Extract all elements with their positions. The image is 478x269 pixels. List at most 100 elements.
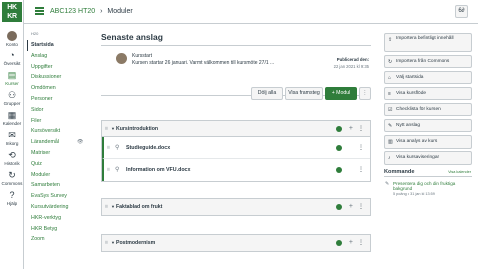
home-icon: ⌂	[388, 74, 392, 81]
immersive-reader-button[interactable]: 6∂	[455, 5, 468, 18]
course-nav-item[interactable]: Kursöversikt	[31, 126, 91, 137]
history-icon: ⟲	[8, 150, 16, 160]
item-options-icon[interactable]: ⋮	[358, 137, 364, 159]
hidden-eye-icon: 👁	[77, 139, 84, 146]
module-item-title[interactable]: Studieguide.docx	[126, 145, 170, 151]
drag-handle-icon[interactable]: ⠿	[105, 199, 108, 215]
announcement-icon: ✎	[388, 122, 393, 129]
new-announcement-button[interactable]: ✎ Nytt anslag	[384, 118, 472, 133]
global-nav-commons[interactable]: ↻ Commons	[0, 170, 24, 187]
course-nav-item[interactable]: Startsida	[27, 40, 91, 51]
drag-handle-icon[interactable]: ⠿	[107, 159, 110, 181]
course-nav-item[interactable]: HKR Betyg	[31, 224, 91, 235]
global-nav-courses[interactable]: ▤ Kurser	[0, 70, 24, 87]
drag-handle-icon[interactable]: ⠿	[105, 121, 108, 137]
course-nav-item[interactable]: Zoom	[31, 234, 91, 245]
course-nav-item[interactable]: Diskussioner	[31, 72, 91, 83]
module-item[interactable]: ⠿ ⚲ Studieguide.docx ⋮	[102, 137, 370, 159]
attachment-icon: ⚲	[115, 145, 120, 151]
global-nav-help[interactable]: ? Hjälp	[0, 190, 24, 207]
inbox-icon: ✉	[8, 130, 16, 140]
avatar	[7, 31, 17, 41]
course-nav-item[interactable]: Anslag	[31, 51, 91, 62]
module-title: Postmodernism	[116, 240, 156, 246]
drag-handle-icon[interactable]: ⠿	[105, 235, 108, 251]
course-nav-item[interactable]: Quiz	[31, 159, 91, 170]
course-sidebar: ⇪ Importera befintligt innehåll ↻ Import…	[384, 33, 472, 197]
published-check-icon[interactable]	[336, 204, 342, 210]
item-options-icon[interactable]: ⋮	[358, 159, 364, 181]
divider	[101, 45, 371, 46]
module-header[interactable]: ⠿ ▼ Postmodernism + ⋮	[102, 235, 370, 251]
course-notifications-button[interactable]: ♪ Visa kursaviseringar	[384, 151, 472, 165]
course-analytics-button[interactable]: ▥ Visa analys av kurs	[384, 135, 472, 149]
import-icon: ⇪	[388, 37, 393, 43]
course-nav-item[interactable]: Samarbeten	[31, 180, 91, 191]
add-item-icon[interactable]: +	[349, 235, 353, 251]
caret-down-icon[interactable]: ▼	[111, 235, 115, 251]
calendar-icon: ▦	[7, 110, 17, 120]
caret-down-icon[interactable]: ▼	[111, 199, 115, 215]
coming-up-item[interactable]: ✎ Presentera dig och din fruktiga bakgru…	[384, 181, 472, 197]
module-title: Kursintroduktion	[116, 126, 159, 132]
add-item-icon[interactable]: +	[349, 121, 353, 137]
course-nav-item[interactable]: Filer	[31, 116, 91, 127]
announcement-text: Kursen startar 26 januari. Varmt välkomm…	[132, 60, 275, 66]
courses-icon: ▤	[7, 70, 17, 80]
module-item-title[interactable]: Information om VFU.docx	[126, 167, 190, 173]
global-nav-history[interactable]: ⟲ Historik	[0, 150, 24, 167]
module-options-icon[interactable]: ⋮	[358, 199, 364, 215]
announcement-title[interactable]: Kursstart	[132, 53, 152, 59]
view-progress-button[interactable]: Visa framsteg	[285, 87, 323, 100]
course-nav-item[interactable]: Kursutvärdering	[31, 202, 91, 213]
more-options-button[interactable]: ⋮	[359, 87, 371, 100]
course-nav-item[interactable]: EvaSys Survey	[31, 191, 91, 202]
course-nav: H20 Startsida Anslag Uppgifter Diskussio…	[27, 31, 91, 245]
published-check-icon[interactable]	[336, 145, 342, 151]
module-item[interactable]: ⠿ ⚲ Information om VFU.docx ⋮	[102, 159, 370, 181]
institution-logo[interactable]: HK KR	[2, 2, 22, 22]
view-calendar-link[interactable]: Visa kalender	[448, 168, 471, 177]
module-header[interactable]: ⠿ ▼ Faktablad om frukt + ⋮	[102, 199, 370, 215]
coming-up-title[interactable]: Presentera dig och din fruktiga bakgrund	[393, 181, 472, 192]
global-nav-dashboard[interactable]: ◔ Översikt	[0, 50, 24, 67]
drag-handle-icon[interactable]: ⠿	[107, 137, 110, 159]
bell-icon: ♪	[388, 155, 391, 162]
course-nav-item[interactable]: Sidor	[31, 105, 91, 116]
groups-icon: ⚇	[7, 90, 17, 100]
course-nav-item[interactable]: Moduler	[31, 170, 91, 181]
course-nav-item[interactable]: Uppgifter	[31, 62, 91, 73]
collapse-all-button[interactable]: Dölj alla	[251, 87, 283, 100]
module-header[interactable]: ⠿ ▼ Kursintroduktion + ⋮	[102, 121, 370, 137]
global-nav-account[interactable]: Konto	[0, 31, 24, 48]
global-nav-calendar[interactable]: ▦ Kalender	[0, 110, 24, 127]
global-nav-groups[interactable]: ⚇ Grupper	[0, 90, 24, 107]
choose-home-page-button[interactable]: ⌂ Välj startsida	[384, 70, 472, 85]
view-course-stream-button[interactable]: ≡ Visa kursflöde	[384, 86, 472, 101]
analytics-icon: ▥	[388, 139, 393, 146]
course-checklist-button[interactable]: ☑ Checklista för kursen	[384, 102, 472, 117]
module-options-icon[interactable]: ⋮	[358, 121, 364, 137]
add-module-button[interactable]: + Modul	[325, 87, 357, 100]
hamburger-menu-icon[interactable]	[35, 7, 44, 15]
module-toolbar: Dölj alla Visa framsteg + Modul ⋮	[101, 87, 371, 100]
top-bar: ABC123 HT20 › Moduler 6∂	[24, 0, 478, 24]
global-nav-inbox[interactable]: ✉ Inkorg	[0, 130, 24, 147]
published-check-icon[interactable]	[336, 167, 342, 173]
global-nav: HK KR Konto ◔ Översikt ▤ Kurser ⚇ Grupper…	[0, 0, 24, 269]
course-nav-item[interactable]: Matriser	[31, 148, 91, 159]
add-item-icon[interactable]: +	[349, 199, 353, 215]
course-nav-item-hidden[interactable]: Lärandemål 👁	[31, 137, 91, 148]
published-check-icon[interactable]	[336, 126, 342, 132]
import-content-button[interactable]: ⇪ Importera befintligt innehåll	[384, 33, 472, 52]
import-commons-button[interactable]: ↻ Importera från Commons	[384, 54, 472, 69]
course-nav-item[interactable]: HKR-verktyg	[31, 213, 91, 224]
course-nav-item[interactable]: Omdömen	[31, 83, 91, 94]
published-check-icon[interactable]	[336, 240, 342, 246]
course-nav-item[interactable]: Personer	[31, 94, 91, 105]
discussion-icon: ✎	[385, 180, 390, 187]
caret-down-icon[interactable]: ▼	[111, 121, 115, 137]
breadcrumb-course-link[interactable]: ABC123 HT20	[50, 8, 95, 15]
module-options-icon[interactable]: ⋮	[358, 235, 364, 251]
breadcrumb-current: Moduler	[107, 8, 133, 15]
